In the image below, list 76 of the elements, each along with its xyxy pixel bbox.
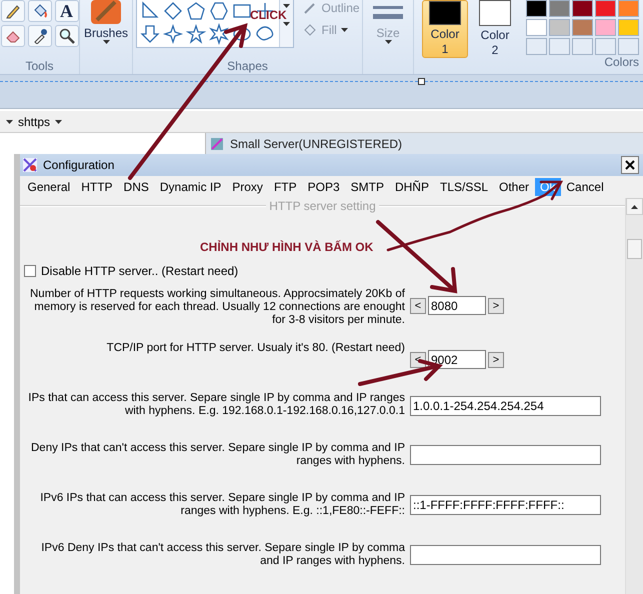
brushes-button[interactable]: Brushes	[84, 0, 128, 44]
menu-item[interactable]: Dynamic IP	[154, 178, 227, 196]
text-field[interactable]	[410, 545, 601, 565]
empty-swatch[interactable]	[572, 38, 593, 55]
app-icon	[22, 157, 38, 173]
setting-label: Deny IPs that can't access this server. Separe single IP by comma and IP ranges with hyphens.	[30, 442, 405, 468]
app-icon	[210, 136, 224, 150]
menu-item[interactable]: HTTP	[76, 178, 118, 196]
toolbar-dropdown[interactable]: shttps	[18, 114, 62, 128]
close-icon	[625, 160, 635, 170]
magnifier-icon	[58, 28, 74, 44]
menu-item[interactable]: General	[22, 178, 76, 196]
menu-item[interactable]: DHÑP	[389, 178, 434, 196]
paint-bucket-icon	[32, 3, 48, 19]
scrollbar[interactable]	[625, 198, 643, 594]
color-picker-icon	[32, 28, 48, 44]
palette-swatch[interactable]	[526, 19, 547, 36]
text-field[interactable]	[410, 445, 601, 465]
empty-swatch[interactable]	[526, 38, 547, 55]
color-button[interactable]: Color 1	[422, 0, 468, 58]
checkbox-label: Disable HTTP server.. (Restart need)	[41, 264, 238, 278]
setting-label: IPv6 IPs that can access this server. Separe single IP by comma and IP ranges with hyphens. E.g. ::1,FE80::-FEFF::	[39, 492, 405, 518]
text-field[interactable]: 1.0.0.1-254.254.254.254	[410, 396, 601, 416]
text-field[interactable]: ::1-FFFF:FFFF:FFFF:FFFF::	[410, 495, 601, 515]
palette-swatch[interactable]	[572, 19, 593, 36]
caret-icon	[102, 40, 110, 44]
dialog-title: Configuration	[43, 158, 116, 172]
menu-item[interactable]: FTP	[268, 178, 302, 196]
window-title: Small Server(UNREGISTERED)	[230, 136, 402, 150]
setting-label: Number of HTTP requests working simultaneous. Approcsimately 20Kb of memory is reserved for each thread. Usually 12 connections are enought for 3-8 visitors per minute.	[29, 288, 405, 327]
caret-icon	[384, 40, 392, 44]
empty-swatch[interactable]	[549, 38, 570, 55]
setting-label: IPs that can access this server. Separe single IP by comma and IP ranges with hyphens. E.g. 192.168.0.1-192.168.0.16,127.0.0.1	[27, 392, 405, 418]
setting-label: IPv6 Deny IPs that can't access this server. Separe single IP by comma and IP ranges with hyphens.	[40, 542, 405, 568]
group-title: HTTP server setting	[268, 199, 377, 213]
palette-swatch[interactable]	[549, 0, 570, 17]
checkbox[interactable]	[24, 264, 36, 276]
palette-swatch[interactable]	[618, 19, 639, 36]
palette-swatch[interactable]	[595, 19, 616, 36]
caret-icon	[340, 28, 348, 32]
palette-swatch[interactable]	[618, 0, 639, 17]
menu-item[interactable]: DNS	[118, 178, 154, 196]
palette-swatch[interactable]	[572, 0, 593, 17]
menu-item[interactable]: POP3	[302, 178, 346, 196]
menu-item[interactable]: Proxy	[226, 178, 268, 196]
arrow-up-icon	[631, 204, 638, 208]
group-label: Colors	[604, 54, 639, 70]
palette-swatch[interactable]	[526, 0, 547, 17]
brush-icon	[89, 0, 124, 26]
paint-bucket-icon	[302, 22, 318, 38]
palette-swatch[interactable]	[549, 19, 570, 36]
empty-swatch[interactable]	[618, 38, 639, 55]
menu-item[interactable]: SMTP	[345, 178, 390, 196]
palette-swatch[interactable]	[595, 0, 616, 17]
annotation-text: CHỈNH NHƯ HÌNH VÀ BẤM OK	[200, 240, 374, 254]
close-button[interactable]	[621, 156, 639, 174]
caret-icon	[6, 120, 13, 124]
caret-icon	[282, 22, 290, 26]
menu-item[interactable]: Cancel	[560, 178, 610, 196]
color-button[interactable]: Color 2	[472, 0, 518, 58]
group-label: Shapes	[227, 58, 268, 74]
pencil-icon	[4, 3, 20, 19]
empty-swatch[interactable]	[595, 38, 616, 55]
increment-button[interactable]: >	[488, 352, 504, 368]
decrement-button[interactable]: <	[410, 298, 426, 314]
number-field[interactable]: 8080	[428, 296, 486, 315]
group-label: Tools	[25, 58, 54, 74]
menu-item[interactable]: Other	[494, 178, 535, 196]
caret-icon	[55, 120, 62, 124]
increment-button[interactable]: >	[488, 298, 504, 314]
caret-icon	[282, 4, 290, 8]
resize-handle[interactable]	[418, 78, 425, 85]
number-field[interactable]: 9002	[428, 350, 486, 369]
setting-label: TCP/IP port for HTTP server. Usualy it's 80. (Restart need)	[106, 342, 405, 355]
menu-item[interactable]: TLS/SSL	[434, 178, 494, 196]
scrollbar-thumb[interactable]	[627, 239, 642, 259]
